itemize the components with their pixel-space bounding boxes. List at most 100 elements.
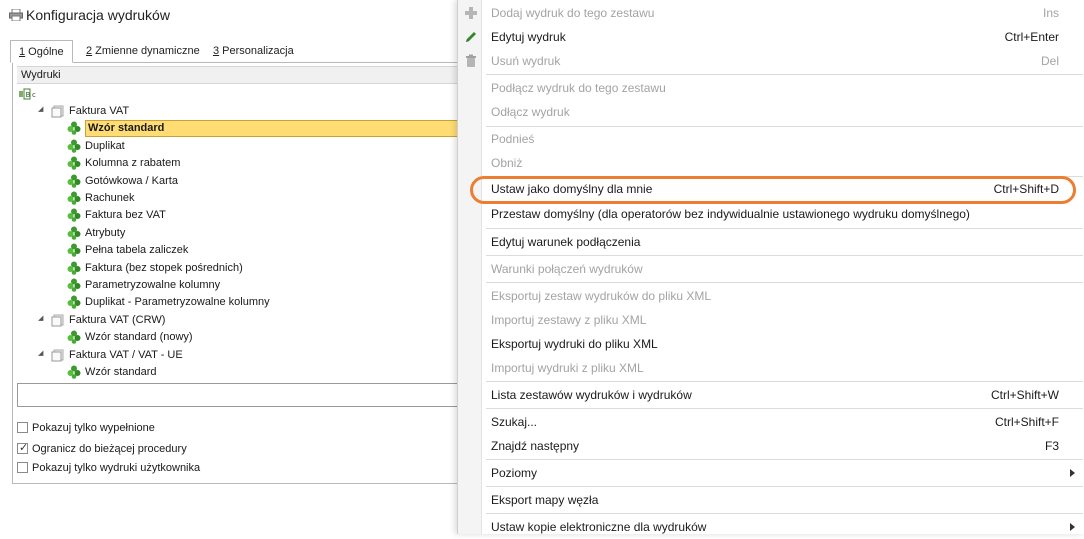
tree-item-label: Faktura bez VAT <box>85 209 166 222</box>
menu-item: Obniż <box>458 151 1084 175</box>
print-template-icon <box>67 261 81 275</box>
menu-item[interactable]: Eksportuj wydruki do pliku XML <box>458 332 1084 356</box>
checkmark-icon: ✓ <box>19 442 29 454</box>
menu-item-label: Podnieś <box>491 132 535 146</box>
tree-item-label: Gotówkowa / Karta <box>85 174 178 187</box>
tree-group-row[interactable]: ◢ Faktura VAT <box>17 103 477 120</box>
menu-separator <box>486 486 1083 487</box>
menu-item-label: Eksportuj wydruki do pliku XML <box>491 337 658 351</box>
tree-leaf-row[interactable]: Kolumna z rabatem <box>17 155 477 172</box>
print-template-icon <box>67 295 81 310</box>
checkbox-show-filled-only[interactable] <box>17 422 28 433</box>
menu-item[interactable]: Szukaj... Ctrl+Shift+F <box>458 410 1084 434</box>
tree-leaf-row[interactable]: Duplikat - Parametryzowalne kolumny <box>17 294 477 311</box>
menu-separator <box>486 255 1083 256</box>
tree-item-label: Duplikat <box>85 139 125 152</box>
tree-leaf-row[interactable]: Pełna tabela zaliczek <box>17 242 477 259</box>
print-template-icon <box>67 191 81 205</box>
tree-leaf-row[interactable]: Duplikat <box>17 138 477 155</box>
menu-item[interactable]: Edytuj wydruk Ctrl+Enter <box>458 25 1084 49</box>
menu-item-shortcut: Ins <box>1042 6 1059 20</box>
print-template-icon <box>67 174 81 188</box>
title-bar: Konfiguracja wydruków <box>0 0 470 30</box>
menu-separator <box>486 381 1083 382</box>
column-header-prints[interactable]: Wydruki <box>17 66 477 84</box>
tree-item-label: Atrybuty <box>85 226 126 239</box>
menu-item[interactable]: Przestaw domyślny (dla operatorów bez in… <box>458 202 1084 226</box>
tree-item-label: Kolumna z rabatem <box>85 157 181 170</box>
menu-item-label: Znajdź następny <box>491 439 580 453</box>
menu-item-label: Usuń wydruk <box>491 54 561 68</box>
tree-group-row[interactable]: ◢ Faktura VAT / VAT - UE <box>17 347 477 364</box>
tab-general[interactable]: 1 Ogólne <box>10 40 73 63</box>
print-template-icon <box>67 208 81 223</box>
document-stack-icon <box>51 349 64 362</box>
submenu-arrow-icon <box>1070 523 1075 531</box>
tree-leaf-row[interactable]: Wzór standard (nowy) <box>17 329 477 346</box>
edit-pen-icon <box>466 32 476 42</box>
menu-item: Dodaj wydruk do tego zestawu Ins <box>458 1 1084 25</box>
menu-item[interactable]: Edytuj warunek podłączenia <box>458 230 1084 254</box>
tree-item-label: Faktura (bez stopek pośrednich) <box>85 261 243 274</box>
menu-item: Podłącz wydruk do tego zestawu <box>458 76 1084 100</box>
print-template-icon <box>67 121 81 136</box>
menu-item-label: Dodaj wydruk do tego zestawu <box>491 6 655 20</box>
collapse-arrow-icon[interactable]: ◢ <box>38 350 46 358</box>
menu-item-label: Podłącz wydruk do tego zestawu <box>491 81 666 95</box>
tree-item-label: Faktura VAT <box>69 105 130 117</box>
grid-filter-icon[interactable]: B c <box>19 88 39 100</box>
menu-separator <box>486 228 1083 229</box>
context-menu: Dodaj wydruk do tego zestawu Ins Edytuj wy… <box>457 0 1084 534</box>
menu-item[interactable]: Ustaw kopie elektroniczne dla wydruków <box>458 515 1084 539</box>
menu-item: Eksportuj zestaw wydruków do pliku XML <box>458 284 1084 308</box>
menu-separator <box>486 74 1083 75</box>
tree-group-row[interactable]: ◢ Faktura VAT (CRW) <box>17 312 477 329</box>
tab-personalization[interactable]: 3 Personalizacja <box>205 40 302 63</box>
tree-item-label: Rachunek <box>85 192 135 204</box>
tree-leaf-row[interactable]: Gotówkowa / Karta <box>17 173 477 190</box>
tree-leaf-row[interactable]: Atrybuty <box>17 225 477 242</box>
menu-separator <box>486 513 1083 514</box>
document-stack-icon <box>51 105 64 118</box>
menu-item[interactable]: Lista zestawów wydruków i wydruków Ctrl+S… <box>458 383 1084 407</box>
menu-item-label: Szukaj... <box>491 415 538 429</box>
collapse-arrow-icon[interactable]: ◢ <box>38 106 46 114</box>
tree-search-input[interactable] <box>17 383 477 407</box>
print-template-icon <box>67 330 81 344</box>
plus-icon <box>465 7 477 19</box>
menu-item-label: Ustaw kopie elektroniczne dla wydruków <box>491 520 707 534</box>
menu-item-label: Odłącz wydruk <box>491 105 570 119</box>
tree-item-label: Wzór standard <box>85 120 477 138</box>
menu-separator <box>486 408 1083 409</box>
menu-item-label: Importuj wydruki z pliku XML <box>491 361 644 375</box>
prints-tree[interactable]: ◢ Faktura VAT Wzór standard Duplikat Kolumna… <box>17 103 477 383</box>
svg-text:B: B <box>26 91 31 99</box>
tree-leaf-row[interactable]: Wzór standard <box>17 120 477 138</box>
menu-item[interactable]: Poziomy <box>458 461 1084 485</box>
menu-item-label: Poziomy <box>491 466 538 480</box>
tab-dynamic-variables[interactable]: 2 Zmienne dynamiczne <box>78 40 208 63</box>
menu-item[interactable]: Ustaw jako domyślny dla mnie Ctrl+Shift+D <box>458 177 1084 201</box>
menu-item[interactable]: Znajdź następny F3 <box>458 434 1084 458</box>
print-template-icon <box>67 278 81 292</box>
checkbox-user-prints-only[interactable] <box>17 462 28 473</box>
menu-item-label: Obniż <box>491 156 523 170</box>
menu-item[interactable]: Eksport mapy węzła <box>458 488 1084 512</box>
menu-item-label: Przestaw domyślny (dla operatorów bez in… <box>491 207 970 221</box>
menu-item-label: Warunki połączeń wydruków <box>491 262 643 276</box>
menu-separator <box>486 282 1083 283</box>
tree-leaf-row[interactable]: Parametryzowalne kolumny <box>17 277 477 294</box>
print-template-icon <box>67 243 81 257</box>
tree-item-label: Wzór standard (nowy) <box>85 331 193 344</box>
menu-item-label: Eksport mapy węzła <box>491 493 599 507</box>
svg-text:c: c <box>32 91 36 99</box>
menu-item-label: Edytuj warunek podłączenia <box>491 235 641 249</box>
collapse-arrow-icon[interactable]: ◢ <box>38 315 46 323</box>
tree-leaf-row[interactable]: Wzór standard <box>17 364 477 381</box>
tree-leaf-row[interactable]: Rachunek <box>17 190 477 207</box>
checkbox-limit-to-procedure[interactable]: ✓ <box>17 442 29 454</box>
menu-item: Warunki połączeń wydruków <box>458 257 1084 281</box>
tree-leaf-row[interactable]: Faktura (bez stopek pośrednich) <box>17 260 477 277</box>
tree-leaf-row[interactable]: Faktura bez VAT <box>17 207 477 224</box>
menu-item-label: Importuj zestawy z pliku XML <box>491 313 647 327</box>
